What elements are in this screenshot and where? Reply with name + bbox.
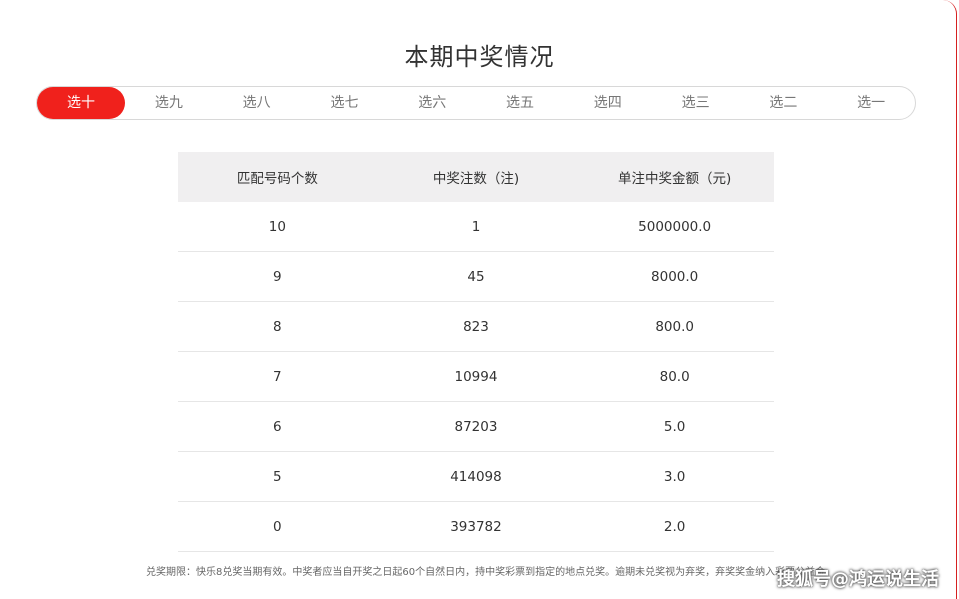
tab-7[interactable]: 选四 — [564, 87, 652, 119]
tab-6[interactable]: 选五 — [476, 87, 564, 119]
cell-match-count: 10 — [178, 202, 377, 252]
table-row: 6 87203 5.0 — [178, 401, 774, 452]
cell-winning-bets: 393782 — [376, 501, 576, 552]
tab-8[interactable]: 选三 — [652, 87, 740, 119]
cell-winning-bets: 87203 — [376, 401, 576, 452]
tab-10[interactable]: 选一 — [827, 87, 915, 119]
table-row: 5 414098 3.0 — [178, 451, 774, 502]
cell-match-count: 5 — [178, 451, 377, 502]
cell-prize-amount: 2.0 — [575, 501, 774, 552]
cell-winning-bets: 10994 — [376, 351, 576, 402]
header-prize-amount: 单注中奖金额（元) — [575, 152, 774, 202]
tab-2[interactable]: 选九 — [125, 87, 213, 119]
table-row: 9 45 8000.0 — [178, 251, 774, 302]
cell-winning-bets: 414098 — [376, 451, 576, 502]
watermark: 搜狐号@鸿运说生活 — [777, 569, 939, 590]
cell-winning-bets: 1 — [376, 202, 576, 252]
cell-prize-amount: 800.0 — [575, 301, 774, 352]
cell-prize-amount: 80.0 — [575, 351, 774, 402]
cell-prize-amount: 8000.0 — [575, 251, 774, 302]
header-match-count: 匹配号码个数 — [178, 152, 377, 202]
cell-winning-bets: 45 — [376, 251, 576, 302]
prize-table: 匹配号码个数 中奖注数（注) 单注中奖金额（元) 10 1 5000000.0 9 45… — [178, 152, 774, 552]
page-title: 本期中奖情况 — [404, 43, 555, 71]
cell-prize-amount: 5000000.0 — [575, 202, 774, 252]
tab-5[interactable]: 选六 — [388, 87, 476, 119]
cell-match-count: 7 — [178, 351, 377, 402]
header-winning-bets: 中奖注数（注) — [376, 152, 576, 202]
cell-match-count: 0 — [178, 501, 377, 552]
cell-match-count: 8 — [178, 301, 377, 352]
cell-winning-bets: 823 — [376, 301, 576, 352]
redemption-footnote: 兑奖期限：快乐8兑奖当期有效。中奖者应当自开奖之日起60个自然日内，持中奖彩票到… — [146, 567, 826, 578]
table-row: 0 393782 2.0 — [178, 501, 774, 552]
window-frame-border — [943, 0, 957, 599]
tab-9[interactable]: 选二 — [739, 87, 827, 119]
table-row: 10 1 5000000.0 — [178, 202, 774, 252]
tab-4[interactable]: 选七 — [301, 87, 389, 119]
cell-prize-amount: 3.0 — [575, 451, 774, 502]
table-row: 8 823 800.0 — [178, 301, 774, 352]
cell-match-count: 9 — [178, 251, 377, 302]
cell-prize-amount: 5.0 — [575, 401, 774, 452]
tab-1[interactable]: 选十 — [37, 87, 125, 119]
tab-3[interactable]: 选八 — [213, 87, 301, 119]
table-header-row: 匹配号码个数 中奖注数（注) 单注中奖金额（元) — [178, 152, 774, 202]
table-row: 7 10994 80.0 — [178, 351, 774, 402]
play-type-tabbar: 选十 选九 选八 选七 选六 选五 选四 选三 选二 选一 — [36, 86, 916, 120]
cell-match-count: 6 — [178, 401, 377, 452]
